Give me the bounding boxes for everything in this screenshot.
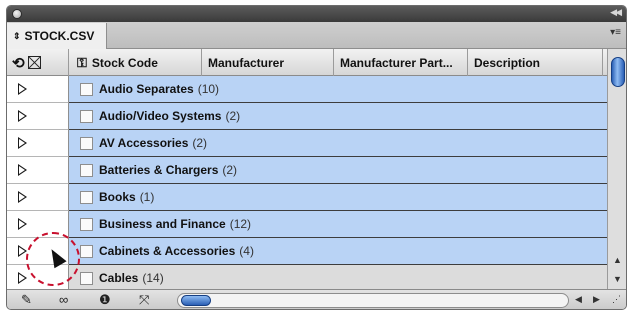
column-label: Manufacturer Part... xyxy=(340,55,453,70)
row-expander[interactable] xyxy=(7,184,69,211)
row-count: (2) xyxy=(222,163,238,177)
table-row[interactable]: Audio/Video Systems (2) xyxy=(7,103,607,130)
scroll-right-icon[interactable]: ▶ xyxy=(593,294,600,305)
disclosure-triangle-icon[interactable] xyxy=(18,272,27,284)
row-count: (4) xyxy=(239,244,254,258)
row-checkbox[interactable] xyxy=(80,217,93,231)
row-expander[interactable] xyxy=(7,130,69,157)
row-expander[interactable] xyxy=(7,76,69,103)
tab-stock-csv[interactable]: ⇕ STOCK.CSV xyxy=(7,23,107,49)
resize-grip-icon[interactable]: ⋰ xyxy=(612,294,621,305)
column-manufacturer-part[interactable]: Manufacturer Part... xyxy=(334,49,468,76)
vertical-scroll-thumb[interactable] xyxy=(611,57,625,87)
row-name: Books xyxy=(99,190,136,204)
row-count: (10) xyxy=(197,82,220,96)
row-checkbox[interactable] xyxy=(80,82,93,96)
row-count: (2) xyxy=(225,109,241,123)
row-checkbox[interactable] xyxy=(80,190,93,204)
row-name: AV Accessories xyxy=(99,136,189,150)
tab-bar: ⇕ STOCK.CSV ▾≡ xyxy=(7,22,626,49)
disclosure-triangle-icon[interactable] xyxy=(18,110,27,122)
disclosure-triangle-icon[interactable] xyxy=(18,83,27,95)
panel-footer: ✎ ∞ ❶ ⤧ ◀ ▶ ⋰ xyxy=(7,289,626,309)
panel-menu-icon[interactable]: ▾≡ xyxy=(610,27,621,38)
row-body[interactable]: Audio/Video Systems (2) xyxy=(69,103,607,130)
horizontal-scroll-thumb[interactable] xyxy=(181,295,211,306)
row-name: Cabinets & Accessories xyxy=(99,244,236,258)
tab-label: STOCK.CSV xyxy=(24,29,95,43)
row-name: Audio Separates xyxy=(99,82,194,96)
row-name: Audio/Video Systems xyxy=(99,109,222,123)
row-body[interactable]: Audio Separates (10) xyxy=(69,76,607,103)
row-checkbox[interactable] xyxy=(80,109,93,123)
scroll-left-icon[interactable]: ◀ xyxy=(575,294,582,305)
remove-icon[interactable] xyxy=(27,56,41,69)
row-body[interactable]: Business and Finance (12) xyxy=(69,211,607,238)
row-body[interactable]: Cables (14) xyxy=(69,265,607,289)
table-row[interactable]: Business and Finance (12) xyxy=(7,211,607,238)
column-description[interactable]: Description xyxy=(468,49,603,76)
scroll-up-icon[interactable]: ▲ xyxy=(613,255,622,265)
disclosure-triangle-icon[interactable] xyxy=(18,137,27,149)
row-body[interactable]: Books (1) xyxy=(69,184,607,211)
row-body[interactable]: Cabinets & Accessories (4) xyxy=(69,238,607,265)
key-icon: ⚿ xyxy=(77,54,87,70)
row-name: Business and Finance xyxy=(99,217,226,231)
column-header: ⟲ ⚿ Stock Code Manufacturer Manufacturer… xyxy=(7,49,626,76)
binoculars-icon[interactable]: ∞ xyxy=(59,292,68,307)
row-expander[interactable] xyxy=(7,157,69,184)
row-checkbox[interactable] xyxy=(80,136,93,150)
disclosure-triangle-icon[interactable] xyxy=(18,164,27,176)
column-stock-code[interactable]: ⚿ Stock Code xyxy=(69,49,202,76)
vertical-scrollbar[interactable]: ▲ ▼ xyxy=(607,49,626,289)
table-row[interactable]: Cabinets & Accessories (4) xyxy=(7,238,607,265)
horizontal-scrollbar[interactable] xyxy=(177,293,569,308)
info-icon[interactable]: ❶ xyxy=(99,292,111,308)
row-list: Audio Separates (10) Audio/Video Systems… xyxy=(7,76,607,289)
row-count: (2) xyxy=(192,136,208,150)
scroll-down-icon[interactable]: ▼ xyxy=(613,274,622,284)
cross-arrows-icon[interactable]: ⤧ xyxy=(139,292,149,308)
column-label: Description xyxy=(474,55,541,70)
table-row[interactable]: Audio Separates (10) xyxy=(7,76,607,103)
column-label: Manufacturer xyxy=(208,55,285,70)
pen-icon[interactable]: ✎ xyxy=(21,292,32,308)
double-chevron-icon[interactable]: ◀◀ xyxy=(610,7,622,18)
table-row[interactable]: Batteries & Chargers (2) xyxy=(7,157,607,184)
column-manufacturer[interactable]: Manufacturer xyxy=(202,49,334,76)
row-checkbox[interactable] xyxy=(80,163,93,177)
panel-titlebar: ◀◀ xyxy=(7,6,626,22)
table-row[interactable]: Books (1) xyxy=(7,184,607,211)
row-checkbox[interactable] xyxy=(80,244,93,258)
disclosure-triangle-icon[interactable] xyxy=(18,191,27,203)
close-icon[interactable] xyxy=(12,9,22,19)
row-name: Cables xyxy=(99,271,139,285)
row-body[interactable]: AV Accessories (2) xyxy=(69,130,607,157)
row-checkbox[interactable] xyxy=(80,271,93,285)
disclosure-triangle-icon[interactable] xyxy=(18,218,27,230)
row-name: Batteries & Chargers xyxy=(99,163,219,177)
table-row[interactable]: AV Accessories (2) xyxy=(7,130,607,157)
row-count: (1) xyxy=(139,190,155,204)
row-count: (12) xyxy=(229,217,252,231)
sync-icon[interactable]: ⟲ xyxy=(12,54,25,72)
table-row[interactable]: Cables (14) xyxy=(7,265,607,289)
row-count: (14) xyxy=(142,271,164,285)
row-expander[interactable] xyxy=(7,103,69,130)
header-controls: ⟲ xyxy=(7,49,69,76)
row-body[interactable]: Batteries & Chargers (2) xyxy=(69,157,607,184)
column-label: Stock Code xyxy=(91,55,158,70)
stock-panel: ◀◀ ⇕ STOCK.CSV ▾≡ ⟲ ⚿ Stock Code Manufac… xyxy=(6,5,627,310)
sort-icon: ⇕ xyxy=(13,30,21,41)
